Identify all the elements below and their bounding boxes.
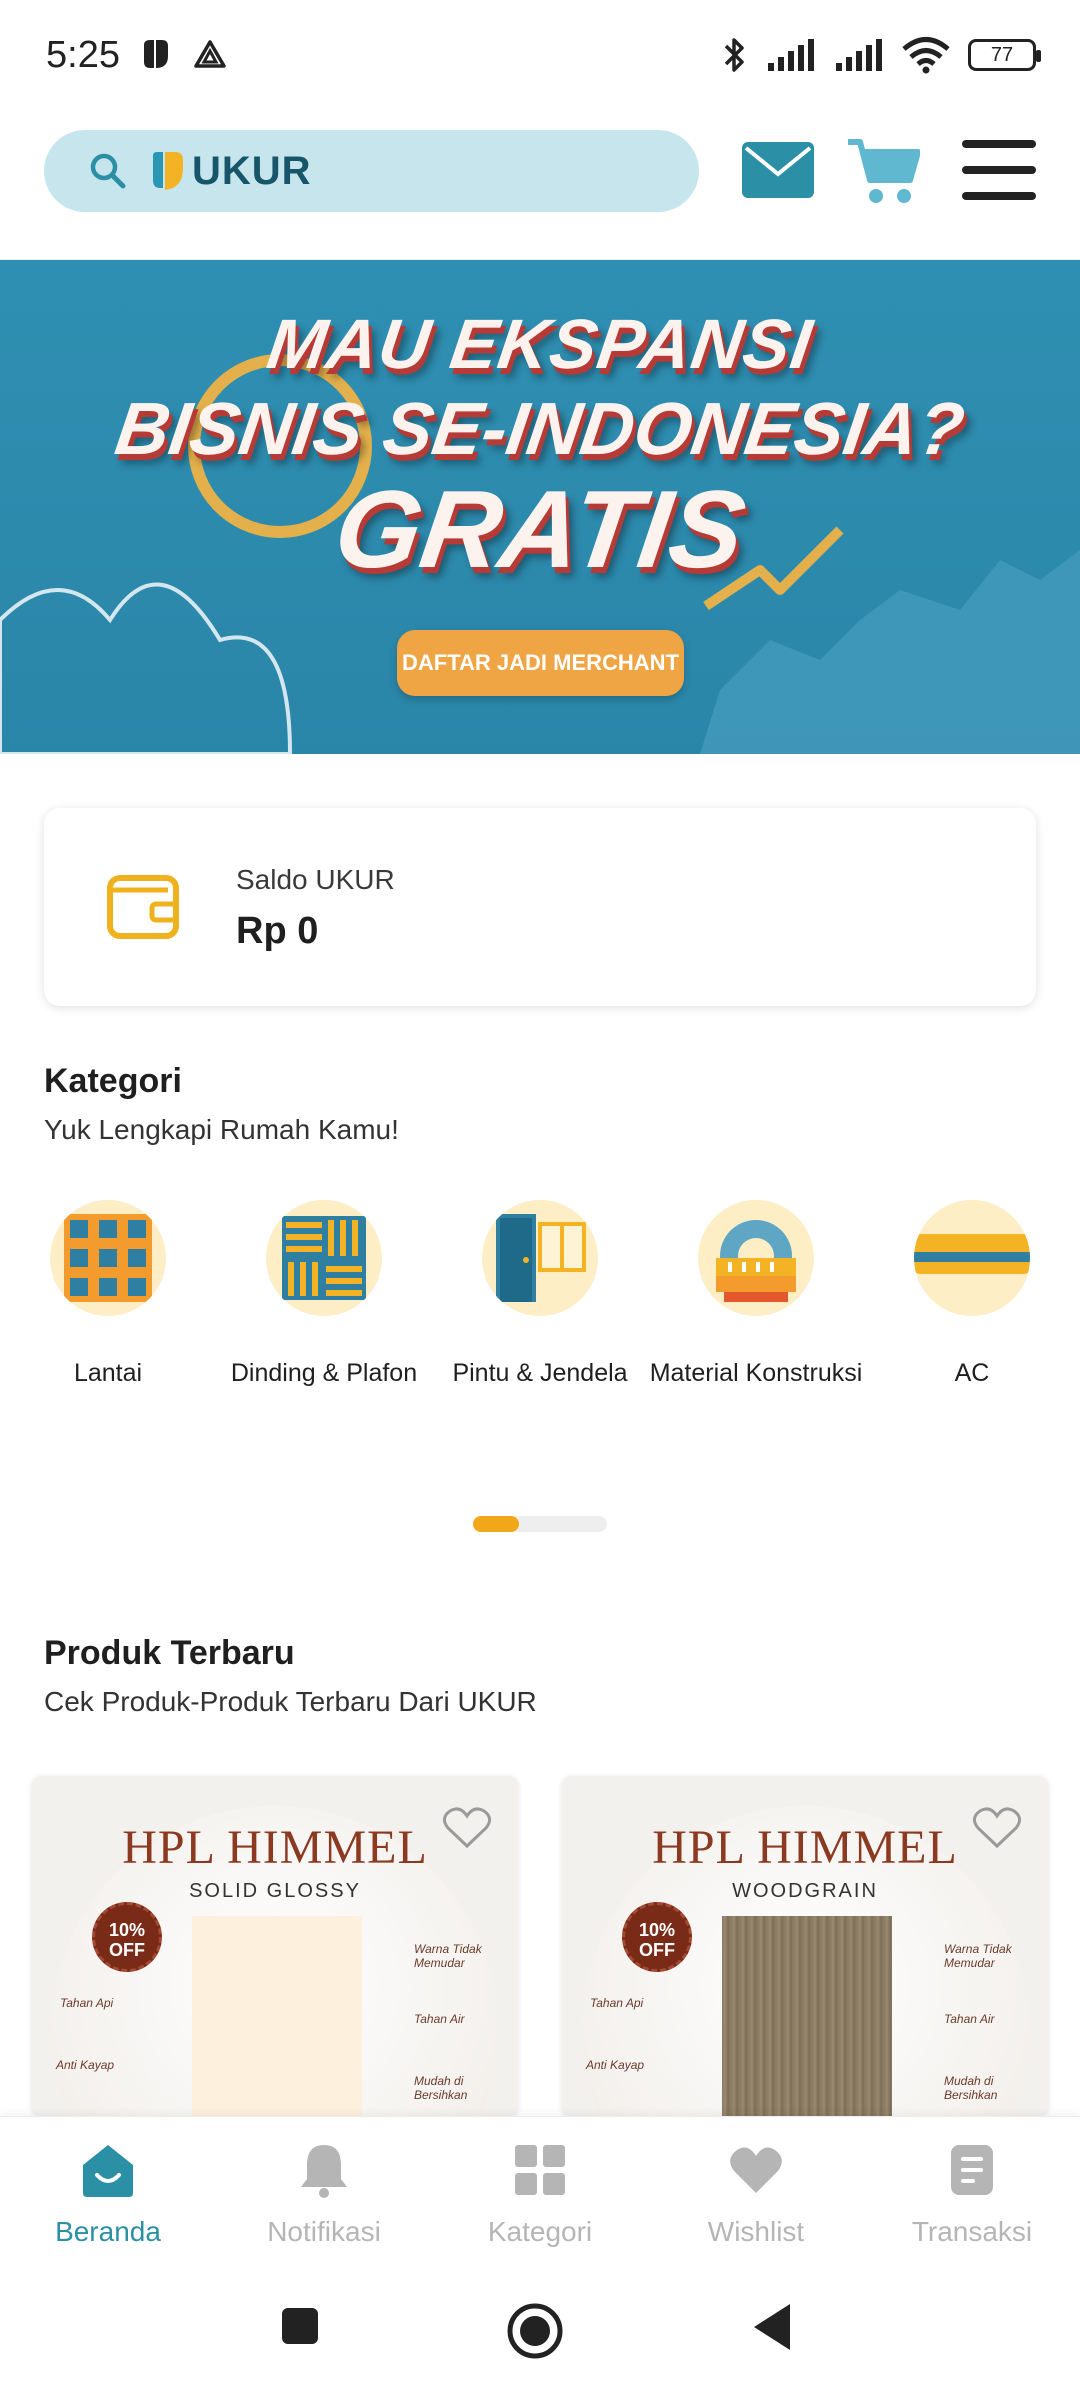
wall-ceiling-icon [266, 1200, 382, 1316]
product-variant: WOODGRAIN [732, 1880, 878, 1902]
promo-banner[interactable]: MAU EKSPANSI BISNIS SE-INDONESIA? GRATIS… [0, 260, 1080, 754]
nav-label: Wishlist [707, 2216, 805, 2247]
cart-icon[interactable] [846, 136, 920, 208]
status-right: 77 [720, 35, 1041, 75]
nav-kategori[interactable]: Kategori [432, 2141, 648, 2248]
category-label: Pintu & Jendela [452, 1359, 628, 1387]
nav-transaksi[interactable]: Transaksi [864, 2141, 1080, 2248]
battery-level: 77 [990, 43, 1014, 66]
category-label: Lantai [73, 1359, 143, 1387]
signal-icon-2 [836, 39, 882, 71]
search-icon [90, 153, 126, 189]
back-button-icon[interactable] [752, 2302, 792, 2352]
category-pager [473, 1516, 607, 1532]
nav-label: Notifikasi [267, 2216, 381, 2247]
wallet-icon [107, 875, 179, 939]
product-card[interactable]: HPL HIMMEL WOODGRAIN 10% OFF Tahan Api A… [562, 1776, 1048, 2116]
ukur-logo-mark [153, 152, 183, 190]
banner-headline-2: BISNIS SE-INDONESIA? [110, 387, 970, 470]
wifi-icon [902, 37, 950, 74]
status-time: 5:25 [46, 33, 120, 76]
discount-badge: 10% OFF [622, 1902, 692, 1972]
saldo-value: Rp 0 [236, 910, 319, 952]
banner-headline-1: MAU EKSPANSI [262, 305, 818, 383]
status-left: 5:25 [46, 34, 228, 77]
drive-notification-icon [194, 40, 226, 68]
wishlist-heart-icon[interactable] [972, 1806, 1022, 1850]
category-pintu-jendela[interactable]: Pintu & Jendela [432, 1200, 648, 1388]
product-variant: SOLID GLOSSY [189, 1880, 361, 1902]
daftar-merchant-button[interactable]: DAFTAR JADI MERCHANT [397, 630, 684, 696]
product-note: Anti Kayap [56, 2058, 115, 2072]
product-note: Mudah di Bersihkan [944, 2074, 998, 2102]
status-bar: 5:25 77 [0, 0, 1080, 110]
receipt-icon [951, 2145, 993, 2195]
menu-icon[interactable] [962, 136, 1036, 204]
product-note: Tahan Api [60, 1996, 114, 2010]
search-bar[interactable]: UKUR [44, 130, 699, 212]
nav-beranda[interactable]: Beranda [0, 2141, 216, 2248]
category-dinding-plafon[interactable]: Dinding & Plafon [216, 1200, 432, 1388]
product-note: Mudah di Bersihkan [414, 2074, 468, 2102]
product-note: Tahan Air [944, 2012, 995, 2026]
wishlist-heart-icon[interactable] [442, 1806, 492, 1850]
nav-wishlist[interactable]: Wishlist [648, 2141, 864, 2248]
bottom-navigation: Beranda Notifikasi Kategori Wishlist Tra… [0, 2116, 1080, 2266]
kategori-title: Kategori [44, 1062, 182, 1100]
category-material-konstruksi[interactable]: Material Konstruksi [648, 1200, 864, 1388]
category-label: Material Konstruksi [649, 1359, 863, 1387]
construction-material-icon [698, 1200, 814, 1316]
nav-label: Transaksi [911, 2216, 1033, 2247]
battery-indicator: 77 [968, 39, 1041, 71]
product-note: Warna Tidak Memudar [944, 1942, 1012, 1970]
pager-active-indicator [473, 1516, 519, 1532]
nav-label: Beranda [55, 2216, 161, 2247]
recents-button-icon[interactable] [280, 2306, 320, 2346]
bluetooth-icon [724, 38, 744, 72]
kategori-subtitle: Yuk Lengkapi Rumah Kamu! [44, 1114, 399, 1145]
product-note: Tahan Api [590, 1996, 644, 2010]
produk-title: Produk Terbaru [44, 1634, 295, 1672]
ukur-logo-text: UKUR [192, 148, 312, 193]
app-header: UKUR [0, 110, 1080, 260]
nav-notifikasi[interactable]: Notifikasi [216, 2141, 432, 2248]
product-note: Warna Tidak Memudar [414, 1942, 482, 1970]
app-notification-icon [143, 40, 168, 68]
category-lantai[interactable]: Lantai [0, 1200, 216, 1388]
banner-headline-3: GRATIS [327, 468, 753, 591]
product-note: Anti Kayap [586, 2058, 645, 2072]
discount-badge: 10% OFF [92, 1902, 162, 1972]
category-label: Dinding & Plafon [230, 1359, 418, 1387]
home-icon [83, 2145, 133, 2197]
category-label: AC [954, 1359, 990, 1387]
nav-label: Kategori [487, 2216, 593, 2247]
product-swatch [192, 1916, 362, 2116]
category-ac[interactable]: AC [864, 1200, 1080, 1388]
product-note: Tahan Air [414, 2012, 465, 2026]
produk-subtitle: Cek Produk-Produk Terbaru Dari UKUR [44, 1686, 537, 1717]
grid-icon [515, 2145, 565, 2195]
product-card[interactable]: HPL HIMMEL SOLID GLOSSY 10% OFF Tahan Ap… [32, 1776, 518, 2116]
floor-tile-icon [50, 1200, 166, 1316]
saldo-card[interactable]: Saldo UKUR Rp 0 [44, 808, 1036, 1006]
bell-icon [301, 2145, 347, 2198]
saldo-label: Saldo UKUR [236, 864, 395, 895]
product-swatch [722, 1916, 892, 2116]
heart-icon [730, 2147, 782, 2193]
door-window-icon [482, 1200, 598, 1316]
air-conditioner-icon [914, 1200, 1030, 1316]
mail-icon[interactable] [742, 140, 814, 200]
signal-icon-1 [768, 39, 814, 71]
system-navigation-bar [0, 2266, 1080, 2400]
home-button-icon[interactable] [506, 2302, 564, 2360]
